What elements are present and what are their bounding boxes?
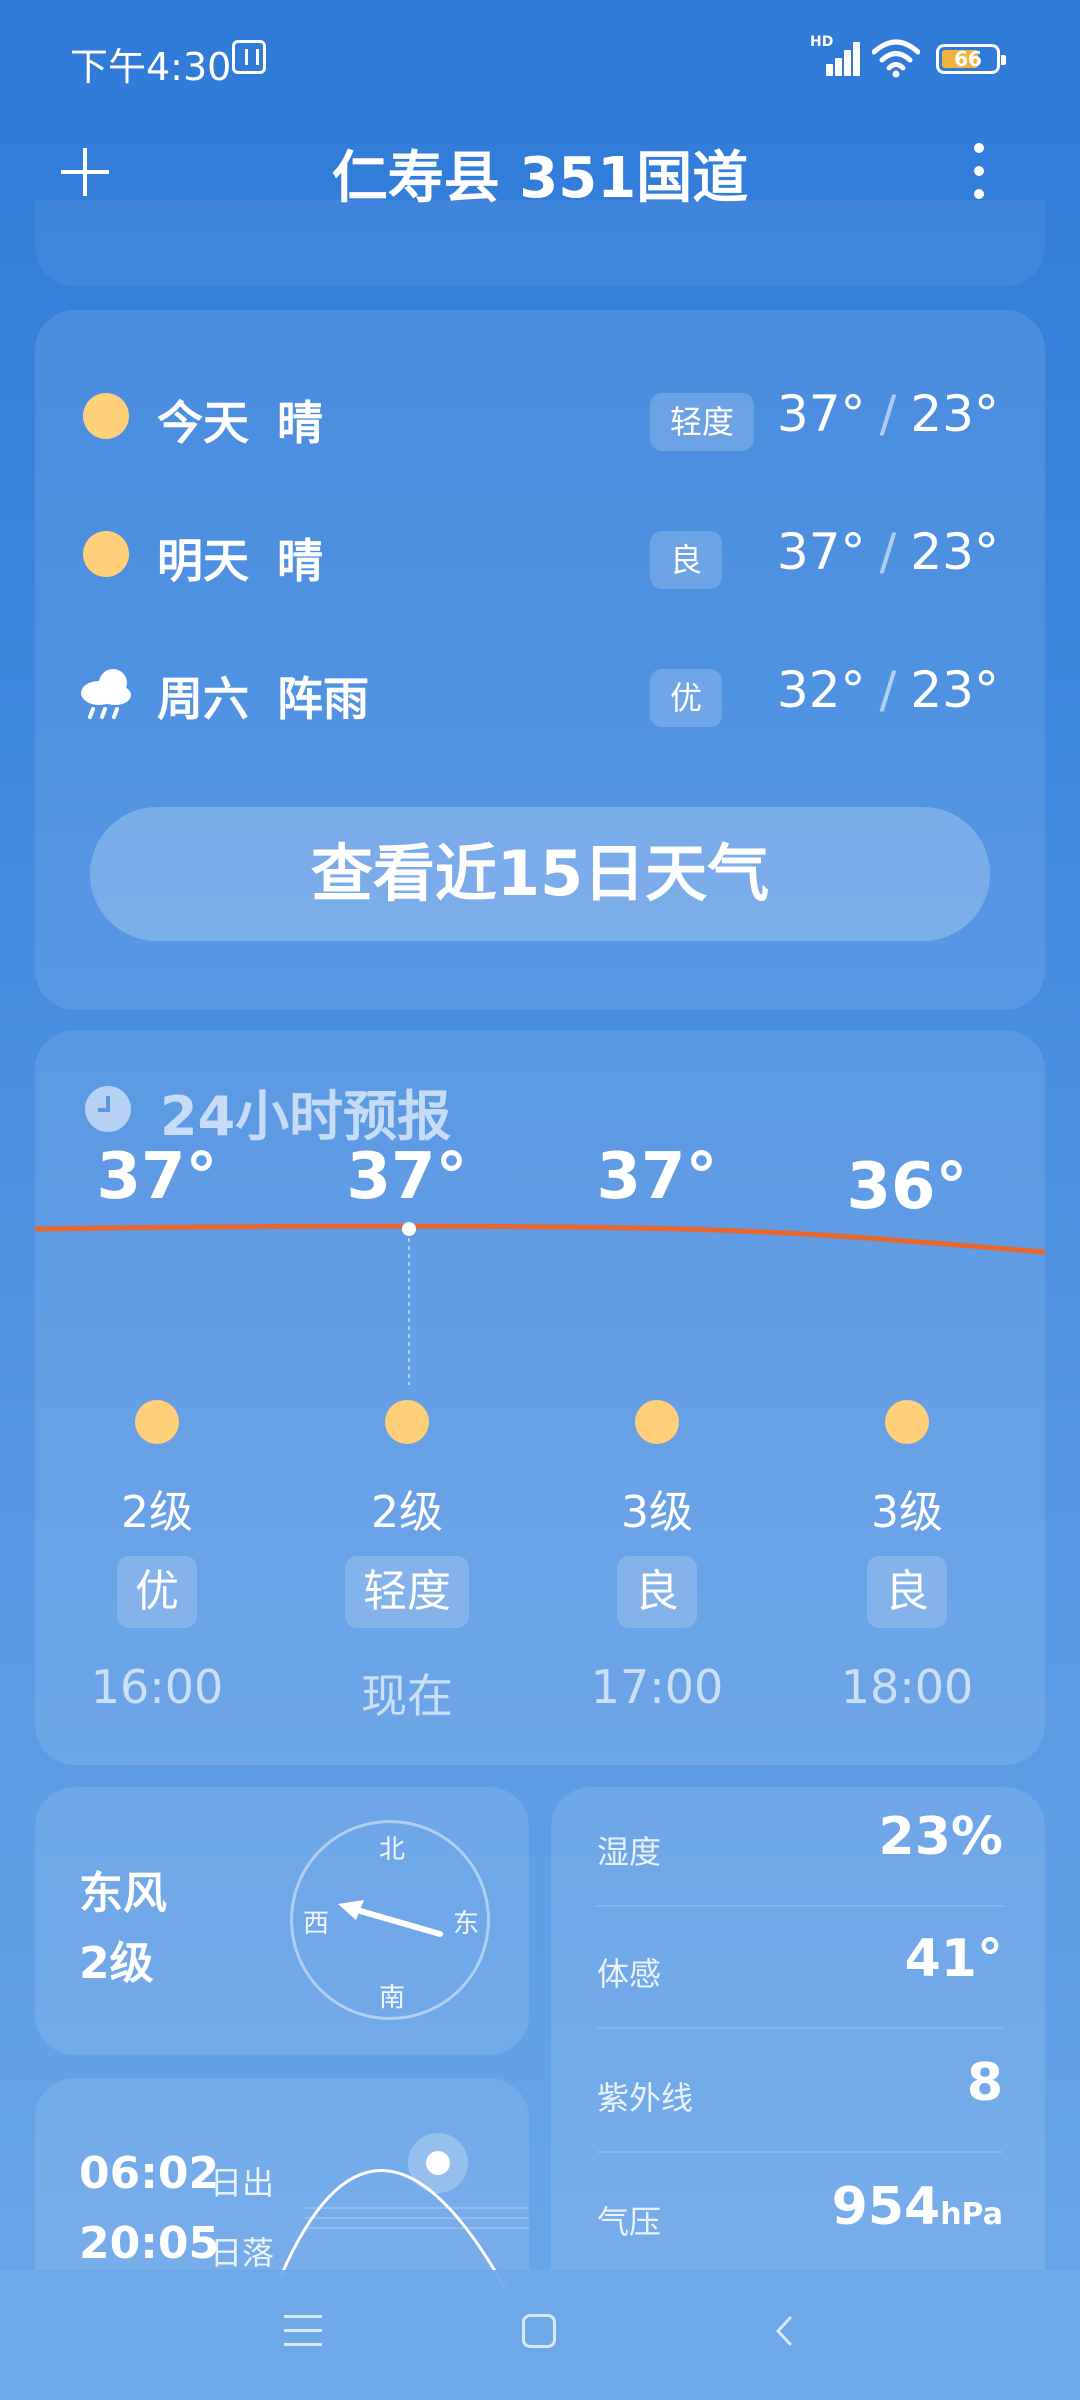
sun-icon: [885, 1400, 929, 1444]
aqi-badge: 轻度: [650, 393, 755, 451]
wifi-icon: [872, 39, 920, 78]
details-card[interactable]: 湿度 23% 体感 41° 紫外线 8 气压 954hPa: [551, 1787, 1045, 2307]
hourly-item[interactable]: 37° 2级 优 16:00: [57, 1030, 257, 1765]
detail-label: 气压: [597, 2203, 662, 2241]
nfc-icon: [232, 40, 266, 74]
status-bar: 下午4:30 HD 66: [0, 0, 1080, 115]
forecast-condition: 晴: [277, 396, 323, 450]
sun-icon: [83, 531, 129, 577]
hourly-wind: 2级: [371, 1487, 443, 1538]
hourly-temp: 36°: [846, 1150, 968, 1224]
hourly-time: 17:00: [590, 1660, 724, 1714]
detail-label: 紫外线: [597, 2079, 694, 2117]
wind-arrow-icon: [338, 1900, 443, 1937]
detail-label: 湿度: [597, 1833, 662, 1871]
forecast-day: 明天: [157, 534, 249, 588]
forecast-condition: 晴: [277, 534, 323, 588]
detail-row-feels-like: 体感 41°: [597, 1909, 1003, 2029]
sun-icon: [635, 1400, 679, 1444]
hourly-aqi-badge: 优: [117, 1556, 197, 1628]
hourly-aqi-badge: 良: [617, 1556, 697, 1628]
sun-icon: [385, 1400, 429, 1444]
wind-direction: 东风: [79, 1868, 167, 1919]
hourly-aqi-badge: 良: [867, 1556, 947, 1628]
aqi-badge: 优: [650, 669, 723, 727]
detail-label: 体感: [597, 1955, 662, 1993]
hourly-time: 18:00: [840, 1660, 974, 1714]
detail-row-uv: 紫外线 8: [597, 2033, 1003, 2153]
wind-card[interactable]: 东风 2级 北 南 东 西: [35, 1787, 529, 2055]
view-15-day-button[interactable]: 查看近15日天气: [90, 807, 990, 941]
hourly-item[interactable]: 37° 3级 良 17:00: [557, 1030, 757, 1765]
sun-icon: [135, 1400, 179, 1444]
battery-icon: 66: [936, 44, 1006, 74]
sun-icon: [83, 393, 129, 439]
wind-level: 2级: [79, 1938, 154, 1989]
status-time: 下午4:30: [70, 45, 232, 89]
detail-value: 41°: [904, 1929, 1003, 1989]
navigation-bar: [0, 2270, 1080, 2400]
aqi-badge: 良: [650, 531, 723, 589]
hourly-wind: 3级: [871, 1487, 943, 1538]
forecast-condition: 阵雨: [277, 672, 369, 726]
signal-icon: HD: [810, 34, 862, 76]
recent-apps-icon[interactable]: [284, 2315, 322, 2347]
forecast-day: 周六: [157, 672, 249, 726]
detail-value: 8: [966, 2053, 1003, 2113]
back-icon[interactable]: [768, 2314, 802, 2348]
detail-row-pressure: 气压 954hPa: [597, 2157, 1003, 2277]
hourly-temp: 37°: [96, 1140, 218, 1214]
forecast-temp: 37°/23°: [776, 523, 999, 581]
hourly-time: 16:00: [90, 1660, 224, 1714]
battery-level: 66: [954, 47, 982, 71]
hourly-temp: 37°: [346, 1140, 468, 1214]
compass: 北 南 东 西: [290, 1820, 490, 2020]
forecast-row[interactable]: 今天 晴 轻度 37°/23°: [35, 367, 1045, 467]
network-label: HD: [810, 34, 834, 50]
detail-row-humidity: 湿度 23%: [597, 1787, 1003, 1907]
previous-card-edge: [35, 200, 1045, 286]
forecast-day: 今天: [157, 396, 249, 450]
hourly-time: 现在: [361, 1669, 453, 1723]
home-icon[interactable]: [522, 2314, 556, 2348]
more-options-icon[interactable]: [972, 143, 986, 199]
hourly-wind: 2级: [121, 1487, 193, 1538]
forecast-row[interactable]: 明天 晴 良 37°/23°: [35, 505, 1045, 605]
forecast-temp: 32°/23°: [776, 661, 999, 719]
shower-icon: [81, 669, 131, 719]
hourly-wind: 3级: [621, 1487, 693, 1538]
detail-value: 954hPa: [831, 2177, 1003, 2237]
detail-unit: hPa: [940, 2197, 1003, 2232]
daily-forecast-card: 今天 晴 轻度 37°/23° 明天 晴 良 37°/23° 周六 阵雨 优 3…: [35, 310, 1045, 1010]
hourly-item[interactable]: 36° 3级 良 18:00: [807, 1030, 1007, 1765]
forecast-row[interactable]: 周六 阵雨 优 32°/23°: [35, 643, 1045, 743]
forecast-temp: 37°/23°: [776, 385, 999, 443]
hourly-temp: 37°: [596, 1140, 718, 1214]
hourly-item[interactable]: 37° 2级 轻度 现在: [307, 1030, 507, 1765]
hourly-forecast-card: 24小时预报 37° 2级 优 16:00 37° 2级 轻度 现在 37° 3…: [35, 1030, 1045, 1765]
detail-value: 23%: [878, 1807, 1003, 1867]
hourly-aqi-badge: 轻度: [345, 1556, 469, 1628]
